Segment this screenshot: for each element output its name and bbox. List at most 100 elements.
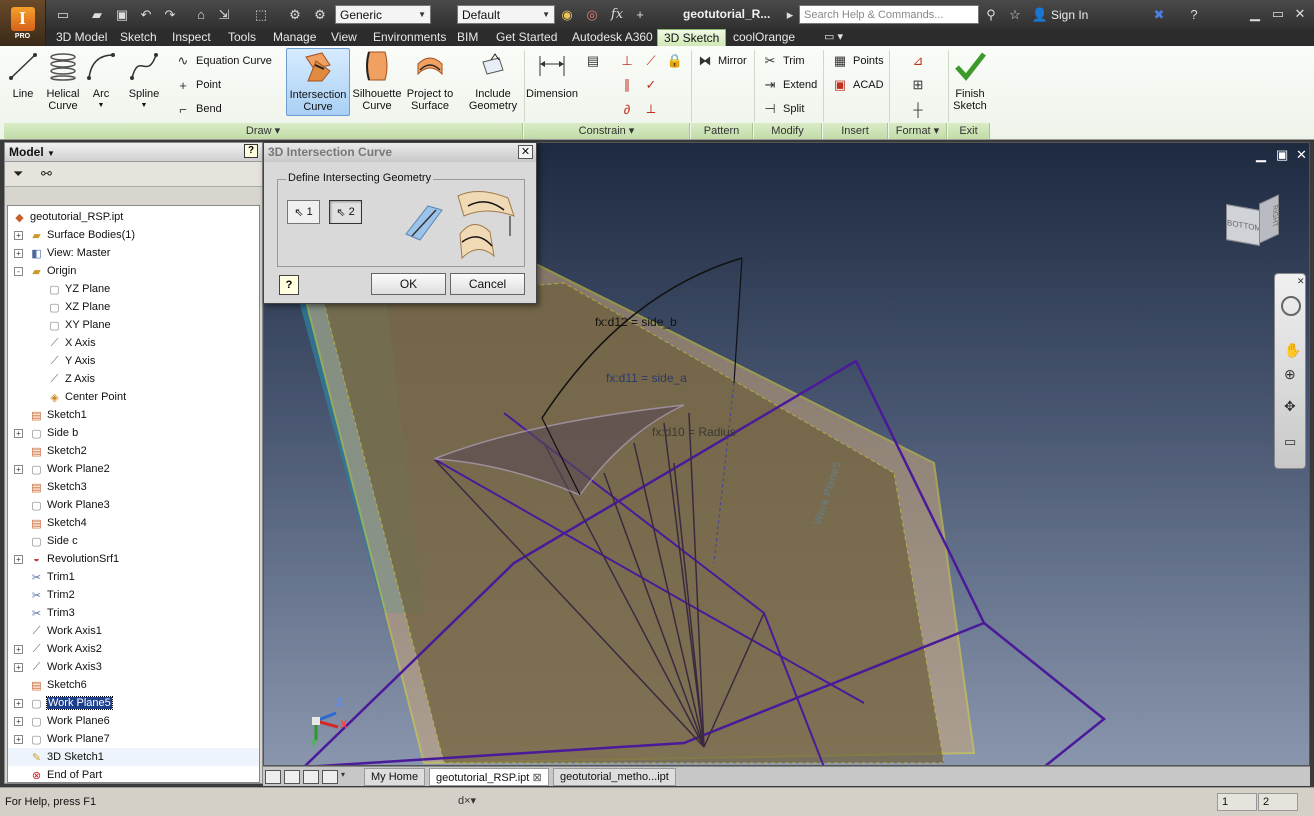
- spline-button[interactable]: Spline ▼: [126, 50, 162, 112]
- home-icon[interactable]: ⌂: [192, 6, 210, 23]
- ok-button[interactable]: OK: [371, 273, 446, 295]
- browser-title[interactable]: Model: [9, 145, 44, 159]
- parallel-icon[interactable]: ∥: [617, 75, 637, 95]
- favorites-star-icon[interactable]: ☆: [1006, 6, 1024, 23]
- tree-item[interactable]: ◆ geotutorial_RSP.ipt: [8, 208, 259, 226]
- close-window-button[interactable]: ✕: [1290, 5, 1310, 23]
- mirror-button[interactable]: ⧓ Mirror: [697, 51, 747, 71]
- tree-item[interactable]: + ▰ Surface Bodies(1): [8, 226, 259, 244]
- filter-icon[interactable]: ⏷: [13, 166, 23, 182]
- tile-layout-icon[interactable]: [265, 770, 281, 784]
- look-at-icon[interactable]: ▭: [1284, 434, 1296, 450]
- dimension-label-d10[interactable]: fx:d10 = Radius: [652, 425, 736, 439]
- tab-manage[interactable]: Manage: [273, 29, 316, 46]
- help-icon[interactable]: ?: [1185, 6, 1203, 23]
- format-panel-label[interactable]: Format ▾: [889, 123, 947, 139]
- tree-item[interactable]: ⟋ X Axis: [8, 334, 259, 352]
- tab-environments[interactable]: Environments: [373, 29, 446, 46]
- tree-item[interactable]: ✂ Trim1: [8, 568, 259, 586]
- browser-dropdown-icon[interactable]: ▼: [47, 149, 55, 158]
- zoom-icon[interactable]: ⊕: [1284, 366, 1296, 383]
- equation-curve-button[interactable]: ∿ Equation Curve: [175, 51, 272, 71]
- orbit-icon[interactable]: ✥: [1284, 398, 1296, 415]
- finish-sketch-button[interactable]: Finish Sketch: [951, 50, 989, 112]
- expand-toggle-icon[interactable]: +: [14, 248, 23, 258]
- acad-button[interactable]: ▣ ACAD: [832, 75, 884, 95]
- help-search-input[interactable]: Search Help & Commands...: [799, 5, 979, 24]
- expand-toggle-icon[interactable]: +: [14, 716, 23, 726]
- tangent-icon[interactable]: ⟋: [641, 51, 661, 71]
- material-select[interactable]: Generic ▼: [335, 5, 431, 24]
- tree-item[interactable]: - ▰ Origin: [8, 262, 259, 280]
- vertical-layout-icon[interactable]: [322, 770, 338, 784]
- save-icon[interactable]: ▣: [113, 6, 131, 23]
- dimension-label-d12[interactable]: fx:d12 = side_b: [595, 315, 677, 329]
- expand-toggle-icon[interactable]: +: [14, 464, 23, 474]
- tree-item[interactable]: ▤ Sketch2: [8, 442, 259, 460]
- expand-toggle-icon[interactable]: +: [14, 428, 23, 438]
- expand-toggle-icon[interactable]: +: [14, 554, 23, 564]
- smooth-icon[interactable]: ∂: [617, 99, 637, 119]
- trim-button[interactable]: ✂ Trim: [762, 51, 805, 71]
- doc-tab-geotutorial-rsp[interactable]: geotutorial_RSP.ipt ⊠: [429, 768, 549, 786]
- tree-item[interactable]: + ▢ Work Plane7: [8, 730, 259, 748]
- expand-toggle-icon[interactable]: +: [14, 230, 23, 240]
- expand-toggle-icon[interactable]: +: [14, 644, 23, 654]
- tree-item[interactable]: + ⟋ Work Axis3: [8, 658, 259, 676]
- doc-tab-my-home[interactable]: My Home: [364, 768, 426, 786]
- silhouette-curve-button[interactable]: Silhouette Curve: [351, 50, 403, 112]
- sign-in-link[interactable]: Sign In: [1051, 8, 1088, 22]
- tree-item[interactable]: ▤ Sketch3: [8, 478, 259, 496]
- viewport-minimize-icon[interactable]: ▁: [1256, 147, 1266, 163]
- tree-item[interactable]: ⟋ Y Axis: [8, 352, 259, 370]
- fix-lock-icon[interactable]: 🔒: [665, 51, 685, 71]
- expand-arrow-icon[interactable]: ▸: [781, 6, 799, 23]
- steering-wheel-icon[interactable]: [1281, 296, 1301, 316]
- extend-button[interactable]: ⇥ Extend: [762, 75, 818, 95]
- centerline-icon[interactable]: ┼: [908, 99, 928, 119]
- tab-overflow-button[interactable]: ▭ ▾: [824, 29, 843, 46]
- tree-item[interactable]: + ◧ View: Master: [8, 244, 259, 262]
- browser-help-icon[interactable]: ?: [244, 144, 258, 158]
- viewcube[interactable]: BOTTOM RIGHT: [1222, 194, 1284, 255]
- expand-toggle-icon[interactable]: +: [14, 698, 23, 708]
- constrain-panel-label[interactable]: Constrain ▾: [524, 123, 690, 139]
- point-button[interactable]: + Point: [175, 75, 221, 95]
- expand-toggle-icon[interactable]: +: [14, 662, 23, 672]
- tree-item[interactable]: + ▢ Work Plane2: [8, 460, 259, 478]
- dialog-close-button[interactable]: ✕: [518, 145, 533, 159]
- tree-item[interactable]: + ▢ Work Plane6: [8, 712, 259, 730]
- tree-item[interactable]: + ⟋ Work Axis2: [8, 640, 259, 658]
- perpendicular-icon[interactable]: ⊥: [617, 51, 637, 71]
- tab-sketch[interactable]: Sketch: [120, 29, 157, 46]
- tab-tools[interactable]: Tools: [228, 29, 256, 46]
- maximize-button[interactable]: ▭: [1268, 5, 1288, 23]
- tab-bim[interactable]: BIM: [457, 29, 478, 46]
- tree-item[interactable]: ⟋ Z Axis: [8, 370, 259, 388]
- tree-item[interactable]: ▤ Sketch6: [8, 676, 259, 694]
- tree-item[interactable]: ▤ Sketch4: [8, 514, 259, 532]
- dialog-help-button[interactable]: ?: [279, 275, 299, 295]
- tree-item[interactable]: ⊗ End of Part: [8, 766, 259, 782]
- settings-icon[interactable]: ⚙: [311, 6, 329, 23]
- tab-get-started[interactable]: Get Started: [496, 29, 557, 46]
- viewport-restore-icon[interactable]: ▣: [1276, 147, 1288, 163]
- undo-icon[interactable]: ↶: [137, 6, 155, 23]
- include-geometry-button[interactable]: Include Geometry: [466, 50, 520, 112]
- tab-inspect[interactable]: Inspect: [172, 29, 211, 46]
- layout-dropdown-icon[interactable]: ▾: [341, 770, 351, 784]
- dimension-display-icon[interactable]: d×▾: [458, 794, 476, 807]
- project-to-surface-button[interactable]: Project to Surface: [405, 50, 455, 112]
- dimension-button[interactable]: Dimension: [526, 50, 578, 100]
- points-button[interactable]: ▦ Points: [832, 51, 884, 71]
- tab-3d-model[interactable]: 3D Model: [56, 29, 107, 46]
- update-icon[interactable]: ⚙: [286, 6, 304, 23]
- cancel-button[interactable]: Cancel: [450, 273, 525, 295]
- driven-dimension-icon[interactable]: ⊞: [908, 75, 928, 95]
- intersection-curve-button[interactable]: Intersection Curve: [286, 48, 350, 116]
- expand-toggle-icon[interactable]: +: [14, 734, 23, 744]
- tree-item[interactable]: ▢ YZ Plane: [8, 280, 259, 298]
- navbar-close-icon[interactable]: ✕: [1297, 276, 1305, 287]
- find-binoculars-icon[interactable]: ⚯: [41, 166, 52, 182]
- close-tab-icon[interactable]: ⊠: [532, 772, 541, 784]
